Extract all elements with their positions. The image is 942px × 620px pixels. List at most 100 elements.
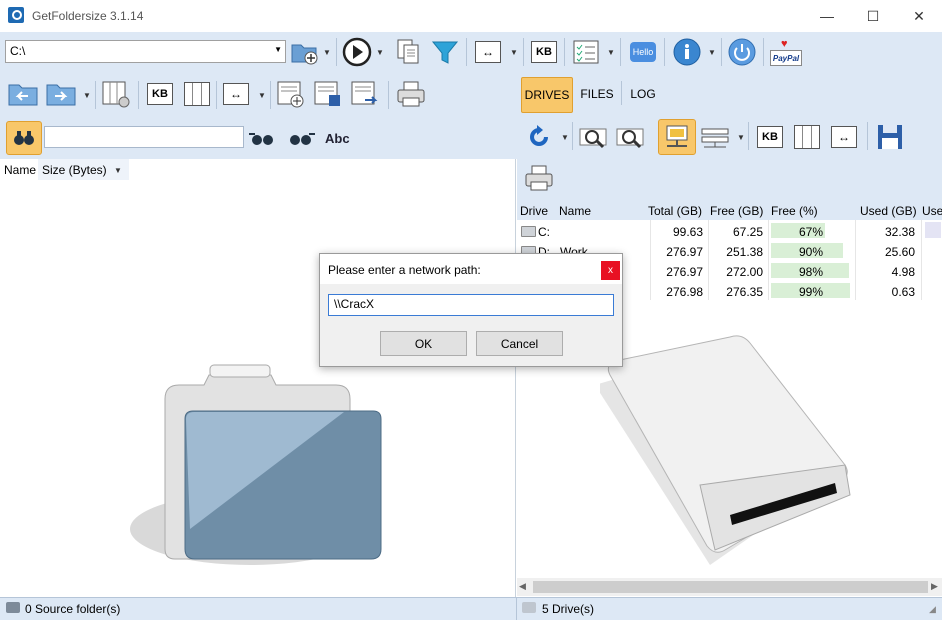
maximize-button[interactable]: ☐ (850, 0, 896, 32)
filter-icon (431, 41, 459, 64)
autosize-columns-button[interactable]: ↔ (221, 79, 251, 109)
refresh-button[interactable] (524, 122, 554, 152)
binoculars-prev-icon (249, 133, 273, 145)
find-previous-button[interactable] (247, 123, 277, 153)
columns-icon (794, 125, 820, 149)
network-drive-button[interactable] (658, 119, 696, 155)
zoom-list-icon (616, 128, 644, 149)
column-settings-button[interactable] (101, 79, 131, 109)
copy-button[interactable] (393, 37, 423, 67)
chevron-down-icon[interactable]: ▼ (561, 133, 569, 142)
chevron-down-icon[interactable]: ▼ (607, 48, 615, 57)
save-list-button[interactable] (313, 79, 343, 109)
paypal-button[interactable]: ♥ PayPal (770, 37, 802, 67)
network-settings-button[interactable] (700, 122, 730, 152)
window-title: GetFoldersize 3.1.14 (32, 9, 144, 23)
zoom-in-button[interactable] (578, 122, 608, 152)
copy-icon (397, 39, 419, 64)
scroll-right-icon[interactable]: ▶ (931, 581, 938, 592)
forward-button[interactable] (46, 79, 76, 109)
chevron-down-icon[interactable]: ▼ (258, 91, 266, 100)
column-header-drive[interactable]: Drive (520, 204, 548, 218)
cell-used: 32.38 (884, 225, 915, 239)
list-add-icon (277, 81, 304, 108)
paypal-icon: ♥ PayPal (770, 38, 802, 66)
save-drives-button[interactable] (875, 122, 905, 152)
drives-table-header: Drive Name Total (GB) Free (GB) Free (%)… (517, 201, 942, 220)
zoom-out-button[interactable] (615, 122, 645, 152)
dialog-close-button[interactable]: x (601, 261, 620, 280)
size-unit-drives-button[interactable]: KB (755, 122, 785, 152)
drive-illustration (600, 335, 851, 565)
source-folder-pane[interactable]: Name Size (Bytes) ▼ (0, 159, 516, 597)
column-header-used[interactable]: Used (GB) (860, 204, 917, 218)
columns-button[interactable] (182, 79, 212, 109)
column-header-use[interactable]: Use (922, 204, 942, 218)
status-drive-count: 5 Drive(s) (542, 602, 595, 616)
network-path-input[interactable]: \\CracX (328, 294, 614, 316)
cell-free: 272.00 (726, 265, 763, 279)
table-row[interactable]: C: 99.63 67.25 67% 32.38 (517, 222, 942, 242)
tab-drives[interactable]: DRIVES (521, 77, 573, 113)
chevron-down-icon[interactable]: ▼ (708, 48, 716, 57)
add-folder-button[interactable] (289, 37, 319, 67)
find-toggle-button[interactable] (6, 121, 42, 155)
path-combo[interactable]: C:\ ▼ (5, 40, 286, 63)
find-next-button[interactable] (286, 123, 316, 153)
column-header-free[interactable]: Free (GB) (710, 204, 763, 218)
search-input[interactable] (44, 126, 244, 148)
cell-used: 0.63 (891, 285, 915, 299)
filter-button[interactable] (430, 37, 460, 67)
chevron-down-icon[interactable]: ▼ (737, 133, 745, 142)
match-case-button[interactable]: Abc (325, 131, 350, 146)
power-icon (728, 38, 756, 66)
info-button[interactable] (672, 37, 702, 67)
column-header-size[interactable]: Size (Bytes) (42, 163, 107, 177)
horizontal-scrollbar[interactable]: ◀ ▶ (517, 578, 942, 596)
column-header-free-pct[interactable]: Free (%) (771, 204, 818, 218)
tab-files[interactable]: FILES (577, 77, 617, 111)
cell-free-pct: 67% (798, 225, 824, 239)
column-header-drive-name[interactable]: Name (559, 204, 591, 218)
size-unit-button[interactable]: KB (529, 37, 559, 67)
minimize-button[interactable]: — (804, 0, 850, 32)
scroll-left-icon[interactable]: ◀ (519, 581, 526, 592)
chevron-down-icon[interactable]: ▼ (376, 48, 384, 57)
hello-button[interactable]: Hello (627, 37, 659, 67)
chevron-down-icon[interactable]: ▼ (510, 48, 518, 57)
cancel-button[interactable]: Cancel (476, 331, 563, 356)
resize-grip-icon[interactable]: ◢ (929, 604, 936, 615)
chevron-down-icon: ▼ (274, 45, 282, 54)
tab-log[interactable]: LOG (625, 77, 661, 111)
cell-total: 99.63 (672, 225, 703, 239)
size-unit-left-button[interactable]: KB (145, 79, 175, 109)
network-settings-icon (701, 128, 729, 148)
power-button[interactable] (727, 37, 757, 67)
binoculars-icon (14, 131, 34, 145)
zoom-list-icon (579, 128, 607, 149)
export-list-button[interactable] (350, 79, 380, 109)
new-list-button[interactable] (276, 79, 306, 109)
hard-drive-icon (521, 226, 536, 237)
arrows-horizontal-icon: ↔ (475, 41, 501, 63)
drive-autosize-button[interactable]: ↔ (829, 122, 859, 152)
checklist-icon (573, 40, 599, 64)
back-button[interactable] (8, 79, 38, 109)
column-header-name[interactable]: Name (4, 163, 36, 177)
start-scan-button[interactable] (342, 37, 372, 67)
cell-total: 276.97 (666, 245, 703, 259)
checklist-button[interactable] (571, 37, 601, 67)
scroll-thumb[interactable] (533, 581, 928, 593)
drive-columns-button[interactable] (792, 122, 822, 152)
chevron-down-icon[interactable]: ▼ (83, 91, 91, 100)
column-width-button[interactable]: ↔ (473, 37, 503, 67)
network-path-dialog: Please enter a network path: x \\CracX O… (319, 253, 623, 367)
network-path-value: \\CracX (334, 297, 375, 311)
print-drives-button[interactable] (524, 163, 554, 193)
ok-button[interactable]: OK (380, 331, 467, 356)
column-header-total[interactable]: Total (GB) (648, 204, 702, 218)
chevron-down-icon[interactable]: ▼ (323, 48, 331, 57)
print-button[interactable] (396, 79, 426, 109)
close-button[interactable]: ✕ (896, 0, 942, 32)
arrows-horizontal-icon: ↔ (223, 83, 249, 105)
